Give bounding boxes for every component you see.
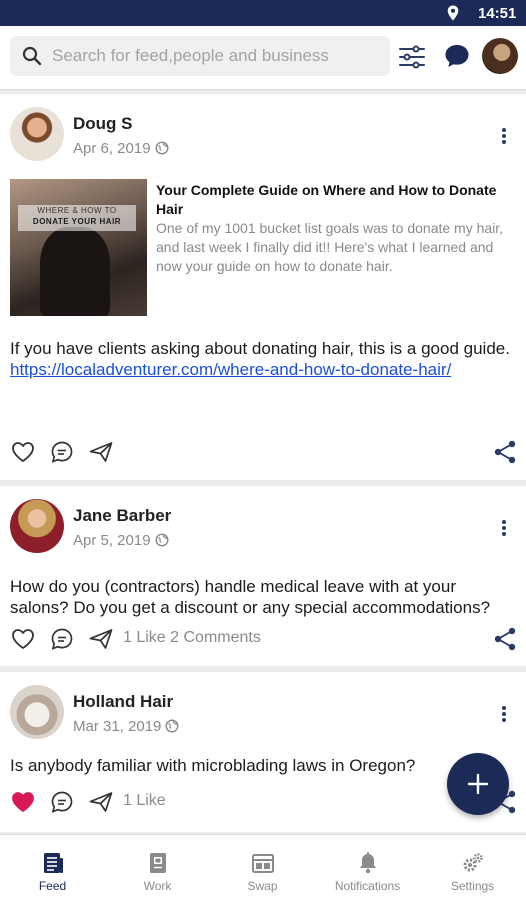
link-preview-description: One of my 1001 bucket list goals was to … (156, 220, 504, 274)
post-card: Jane Barber Apr 5, 2019 How do you (cont… (0, 486, 526, 666)
post-date: Apr 5, 2019 (73, 532, 169, 549)
send-icon (89, 442, 113, 462)
heart-icon (12, 629, 34, 649)
bell-icon (359, 852, 376, 874)
comment-button[interactable] (49, 439, 75, 465)
settings-icon (463, 853, 483, 872)
post-date-text: Apr 5, 2019 (73, 532, 151, 549)
heart-filled-icon (12, 792, 34, 812)
nav-item-swap[interactable]: Swap (210, 835, 315, 900)
nav-item-settings[interactable]: Settings (420, 835, 525, 900)
post-stats[interactable]: 1 Like 2 Comments (123, 629, 261, 647)
post-text: How do you (contractors) handle medical … (10, 577, 491, 617)
nav-label: Settings (450, 879, 495, 893)
nav-label: Notifications (334, 879, 401, 893)
search-input[interactable] (52, 36, 382, 76)
post-card: Holland Hair Mar 31, 2019 Is anybody fam… (0, 672, 526, 832)
plus-icon (467, 773, 489, 795)
post-actions (0, 439, 526, 467)
nav-label: Feed (38, 879, 67, 893)
nav-item-notifications[interactable]: Notifications (315, 835, 420, 900)
post-date-text: Apr 6, 2019 (73, 140, 151, 157)
search-icon (22, 46, 42, 66)
post-card: Doug S Apr 6, 2019 WHERE & HOW TO DONATE… (0, 94, 526, 480)
more-options-icon[interactable] (495, 704, 513, 726)
link-preview-image: WHERE & HOW TO DONATE YOUR HAIR (10, 179, 147, 316)
post-text: If you have clients asking about donatin… (10, 338, 510, 380)
heart-icon (12, 442, 34, 462)
post-actions: 1 Like (0, 789, 526, 817)
nav-label: Swap (247, 879, 278, 893)
like-button[interactable] (10, 626, 36, 652)
comment-icon (51, 791, 73, 813)
send-button[interactable] (88, 789, 114, 815)
share-icon (494, 440, 516, 464)
globe-icon (155, 533, 169, 547)
feed-list: Doug S Apr 6, 2019 WHERE & HOW TO DONATE… (0, 94, 526, 832)
post-text-body: If you have clients asking about donatin… (10, 339, 510, 358)
chat-icon[interactable] (443, 42, 471, 70)
more-options-icon[interactable] (495, 126, 513, 148)
post-date-text: Mar 31, 2019 (73, 718, 162, 735)
post-link[interactable]: https://localadventurer.com/where-and-ho… (10, 360, 451, 379)
comment-button[interactable] (49, 789, 75, 815)
status-time: 14:51 (478, 5, 517, 22)
image-caption-line2: DONATE YOUR HAIR (32, 217, 122, 226)
post-actions: 1 Like 2 Comments (0, 626, 526, 654)
post-date: Apr 6, 2019 (73, 140, 169, 157)
share-button[interactable] (492, 626, 518, 652)
like-button[interactable] (10, 439, 36, 465)
author-avatar[interactable] (10, 685, 64, 739)
image-caption: WHERE & HOW TO DONATE YOUR HAIR (18, 205, 136, 231)
nav-item-feed[interactable]: Feed (0, 835, 105, 900)
profile-avatar[interactable] (482, 38, 518, 74)
send-button[interactable] (88, 626, 114, 652)
link-preview-title: Your Complete Guide on Where and How to … (156, 182, 497, 217)
send-icon (89, 629, 113, 649)
feed-icon (43, 853, 63, 873)
comment-icon (51, 441, 73, 463)
post-stats[interactable]: 1 Like (123, 792, 166, 810)
author-name[interactable]: Jane Barber (73, 506, 171, 526)
author-avatar[interactable] (10, 499, 64, 553)
globe-icon (155, 141, 169, 155)
image-caption-line1: WHERE & HOW TO (37, 206, 117, 215)
link-preview[interactable]: WHERE & HOW TO DONATE YOUR HAIR Your Com… (10, 179, 516, 319)
nav-label: Work (143, 879, 172, 893)
post-text: Is anybody familiar with microblading la… (10, 756, 416, 775)
search-box[interactable] (10, 36, 390, 76)
comment-button[interactable] (49, 626, 75, 652)
share-button[interactable] (492, 439, 518, 465)
send-icon (89, 792, 113, 812)
status-bar: 14:51 (0, 0, 526, 26)
add-post-button[interactable] (447, 753, 509, 815)
nav-item-work[interactable]: Work (105, 835, 210, 900)
location-icon (447, 5, 459, 21)
globe-icon (165, 719, 179, 733)
filter-icon[interactable] (398, 43, 426, 71)
author-avatar[interactable] (10, 107, 64, 161)
swap-icon (251, 854, 274, 873)
work-icon (149, 853, 166, 873)
more-options-icon[interactable] (495, 518, 513, 540)
top-bar (0, 26, 526, 90)
bottom-navigation: Feed Work Swap Notifications Settings (0, 834, 526, 900)
author-name[interactable]: Doug S (73, 114, 133, 134)
send-button[interactable] (88, 439, 114, 465)
like-button[interactable] (10, 789, 36, 815)
author-name[interactable]: Holland Hair (73, 692, 173, 712)
post-date: Mar 31, 2019 (73, 718, 179, 735)
share-icon (494, 627, 516, 651)
comment-icon (51, 628, 73, 650)
